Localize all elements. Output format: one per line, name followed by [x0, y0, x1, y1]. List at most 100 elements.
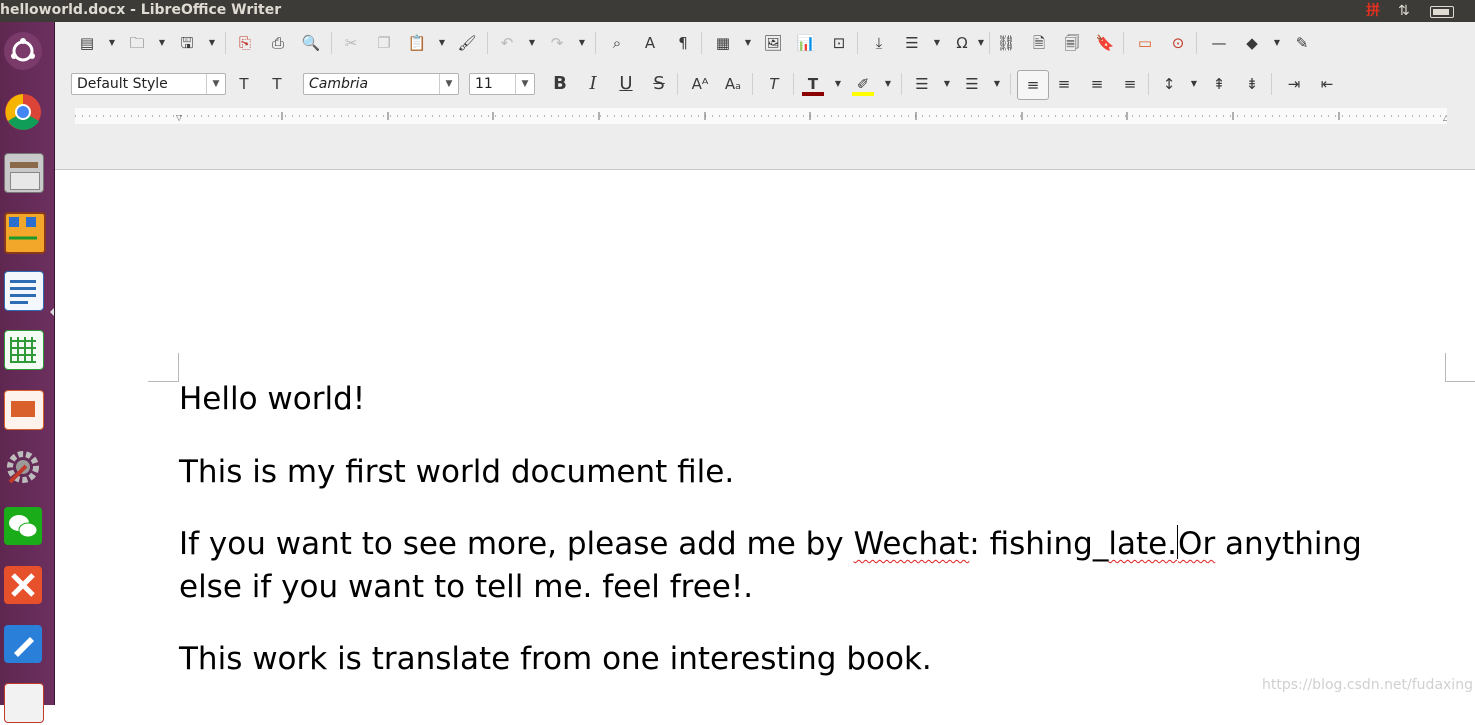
paragraph-continuation[interactable]: else if you want to tell me. feel free!. [179, 566, 753, 609]
highlight-color-icon[interactable]: ✐ [852, 73, 874, 96]
paragraph[interactable]: Hello world! [179, 378, 365, 421]
insert-comment-icon[interactable]: ▭ [1134, 32, 1156, 54]
paragraph[interactable]: This is my first world document file. [179, 451, 734, 494]
ruler-track[interactable]: ▽ △ [75, 108, 1450, 124]
ubuntu-dash-icon[interactable] [0, 28, 46, 74]
chevron-down-icon[interactable]: ▼ [206, 74, 225, 94]
print-icon[interactable]: ⎙ [267, 32, 289, 54]
font-size-select[interactable]: 11 ▼ [469, 73, 535, 95]
document-page[interactable]: Hello world! This is my first world docu… [56, 170, 1475, 705]
font-color-icon[interactable]: T [802, 73, 824, 96]
chevron-down-icon[interactable]: ▼ [439, 74, 458, 94]
insert-line-icon[interactable]: — [1208, 32, 1230, 54]
bullets-icon[interactable]: ☰ [911, 73, 933, 95]
chevron-down-icon[interactable]: ▼ [208, 32, 216, 54]
font-name-select[interactable]: Cambria ▼ [303, 73, 459, 95]
writer-icon[interactable] [0, 267, 46, 313]
misspelled-word[interactable]: late. [1108, 526, 1177, 562]
paragraph[interactable]: This work is translate from one interest… [179, 638, 932, 681]
justify-icon[interactable]: ≡ [1119, 73, 1141, 95]
increase-paragraph-spacing-icon[interactable]: ⇞ [1208, 73, 1230, 95]
insert-footnote-icon[interactable]: 🗎 [1028, 32, 1050, 54]
chevron-down-icon[interactable]: ▼ [933, 32, 941, 54]
insert-image-icon[interactable]: 🖼 [762, 32, 784, 54]
network-icon[interactable]: ⇅ [1398, 2, 1410, 20]
input-method-indicator[interactable]: 拼 [1366, 2, 1380, 20]
battery-icon[interactable] [1430, 6, 1454, 18]
horizontal-ruler[interactable]: ▽ △ [55, 106, 1475, 126]
copy-icon[interactable]: ❐ [373, 32, 395, 54]
chevron-down-icon[interactable]: ▼ [943, 73, 951, 95]
insert-bookmark-icon[interactable]: 🔖 [1094, 32, 1116, 54]
paragraph-style-select[interactable]: Default Style ▼ [71, 73, 226, 95]
basic-shapes-icon[interactable]: ◆ [1241, 32, 1263, 54]
align-left-icon[interactable]: ≡ [1017, 70, 1049, 100]
chevron-down-icon[interactable]: ▼ [993, 73, 1001, 95]
track-changes-icon[interactable]: ⊙ [1167, 32, 1189, 54]
insert-page-break-icon[interactable]: ⤓ [868, 32, 890, 54]
special-character-icon[interactable]: Ω [951, 32, 973, 54]
insert-table-icon[interactable]: ▦ [712, 32, 734, 54]
notes-icon[interactable] [0, 621, 46, 667]
export-pdf-icon[interactable]: ⎘ [234, 32, 256, 54]
formatting-marks-icon[interactable]: ¶ [672, 32, 694, 54]
bold-icon[interactable]: B [549, 73, 571, 95]
chevron-down-icon[interactable]: ▼ [158, 32, 166, 54]
insert-textbox-icon[interactable]: ⊡ [828, 32, 850, 54]
open-folder-icon[interactable]: 🗀 [126, 32, 148, 54]
decrease-indent-icon[interactable]: ⇤ [1316, 73, 1338, 95]
chevron-down-icon[interactable]: ▼ [528, 32, 536, 54]
update-style-icon[interactable]: T [233, 73, 255, 95]
system-settings-icon[interactable] [0, 444, 46, 490]
italic-icon[interactable]: I [582, 73, 604, 95]
save-icon[interactable]: 🖫 [176, 32, 198, 54]
redo-icon[interactable]: ↷ [546, 32, 568, 54]
find-replace-icon[interactable]: ⌕ [606, 32, 628, 54]
misspelled-word[interactable]: Or [1178, 526, 1215, 562]
chevron-down-icon[interactable]: ▼ [515, 74, 534, 94]
undo-icon[interactable]: ↶ [496, 32, 518, 54]
wechat-icon[interactable] [0, 503, 46, 549]
files-icon[interactable] [0, 149, 46, 195]
chevron-down-icon[interactable]: ▼ [1273, 32, 1281, 54]
chevron-down-icon[interactable]: ▼ [438, 32, 446, 54]
numbering-icon[interactable]: ☰ [961, 73, 983, 95]
xmind-icon[interactable] [0, 562, 46, 608]
subscript-icon[interactable]: Aₐ [722, 73, 744, 95]
chrome-icon[interactable] [0, 89, 46, 135]
align-center-icon[interactable]: ≡ [1053, 73, 1075, 95]
impress-icon[interactable] [0, 386, 46, 432]
chevron-down-icon[interactable]: ▼ [884, 73, 892, 95]
increase-indent-icon[interactable]: ⇥ [1283, 73, 1305, 95]
chevron-down-icon[interactable]: ▼ [834, 73, 842, 95]
decrease-paragraph-spacing-icon[interactable]: ⇟ [1241, 73, 1263, 95]
insert-endnote-icon[interactable]: 🗐 [1061, 32, 1083, 54]
kolourpaint-icon[interactable] [0, 208, 46, 254]
app-icon[interactable] [0, 679, 46, 725]
spelling-icon[interactable]: A [639, 32, 661, 54]
chevron-down-icon[interactable]: ▼ [108, 32, 116, 54]
draw-functions-icon[interactable]: ✎ [1291, 32, 1313, 54]
print-preview-icon[interactable]: 🔍 [300, 32, 322, 54]
calc-icon[interactable] [0, 326, 46, 372]
new-document-icon[interactable]: ▤ [76, 32, 98, 54]
strikethrough-icon[interactable]: S [648, 73, 670, 95]
insert-hyperlink-icon[interactable]: ⛓ [995, 32, 1017, 54]
insert-field-icon[interactable]: ☰ [901, 32, 923, 54]
new-style-icon[interactable]: T [266, 73, 288, 95]
clear-formatting-icon[interactable]: T [763, 73, 785, 95]
paragraph[interactable]: If you want to see more, please add me b… [179, 523, 1362, 566]
line-spacing-icon[interactable]: ↕ [1158, 73, 1180, 95]
cut-icon[interactable]: ✂ [340, 32, 362, 54]
chevron-down-icon[interactable]: ▼ [578, 32, 586, 54]
align-right-icon[interactable]: ≡ [1086, 73, 1108, 95]
chevron-down-icon[interactable]: ▼ [977, 32, 985, 54]
superscript-icon[interactable]: Aᴬ [689, 73, 711, 95]
underline-icon[interactable]: U [615, 73, 637, 95]
chevron-down-icon[interactable]: ▼ [1190, 73, 1198, 95]
paste-icon[interactable]: 📋 [406, 32, 428, 54]
misspelled-word[interactable]: Wechat [854, 526, 970, 562]
clone-formatting-icon[interactable]: 🖌 [456, 32, 478, 54]
insert-chart-icon[interactable]: 📊 [795, 32, 817, 54]
chevron-down-icon[interactable]: ▼ [744, 32, 752, 54]
